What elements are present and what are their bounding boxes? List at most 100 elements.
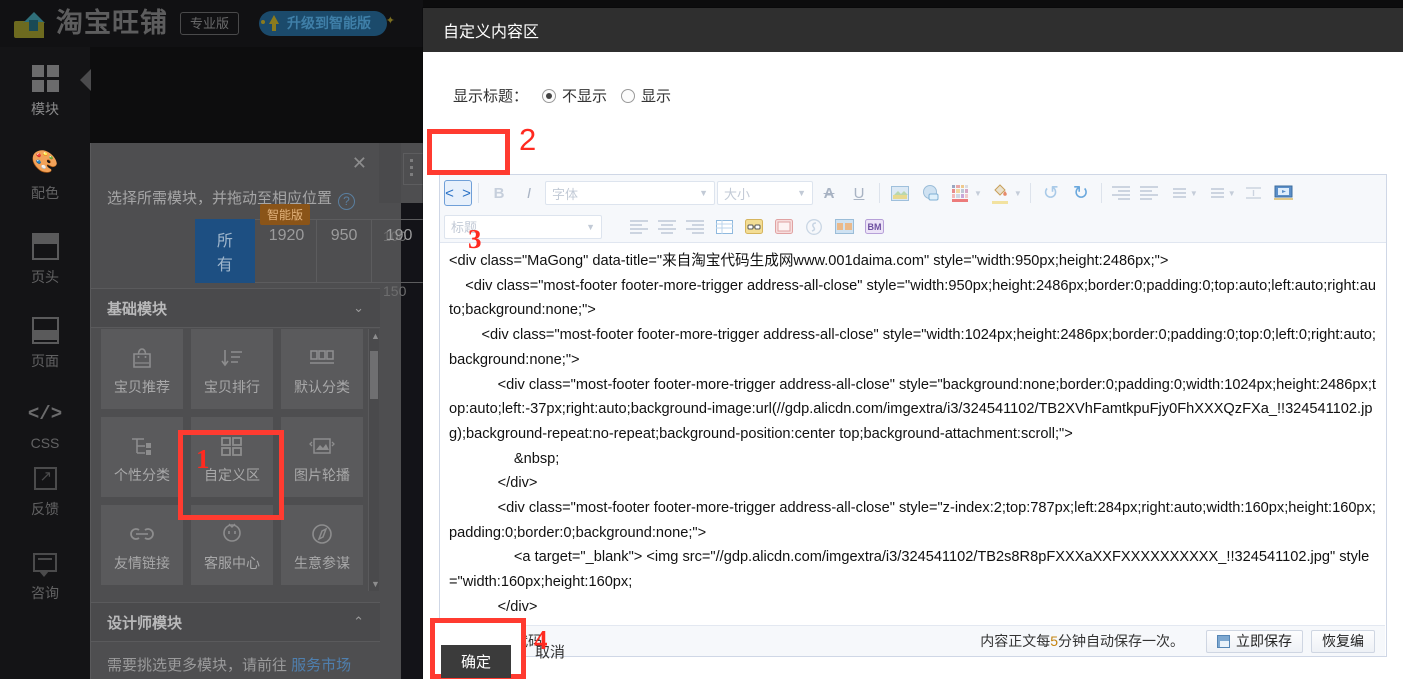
upgrade-label: 升级到智能版 — [287, 15, 371, 31]
module-row: 友情链接 客服中心 生意参谋 — [101, 505, 363, 585]
sidebar-item-consult[interactable]: 咨询 — [0, 531, 90, 615]
radio-hide-title[interactable]: 不显示 — [542, 85, 607, 106]
line-spacing-icon[interactable] — [1240, 180, 1268, 206]
autosave-minutes: 5 — [1050, 633, 1058, 649]
radio-icon[interactable] — [621, 89, 635, 103]
module-tile-friend-links[interactable]: 友情链接 — [101, 505, 183, 585]
flash-icon[interactable] — [800, 214, 828, 240]
module-tile-custom-category[interactable]: 个性分类 — [101, 417, 183, 497]
page-header-icon — [0, 231, 90, 261]
paragraph-style-select[interactable]: 标题 ▼ — [444, 215, 602, 239]
chevron-up-icon: ⌃ — [353, 614, 364, 630]
emoji-icon[interactable] — [740, 214, 768, 240]
paragraph-style-value: 标题 — [451, 217, 477, 236]
bm-icon[interactable]: BM — [860, 214, 888, 240]
insert-image-icon[interactable] — [886, 180, 914, 206]
section-header-basic[interactable]: 基础模块 ⌄ — [91, 288, 380, 328]
save-now-button[interactable]: 立即保存 — [1206, 630, 1303, 653]
italic-icon[interactable]: I — [515, 180, 543, 206]
font-family-select[interactable]: 字体 ▼ — [545, 181, 715, 205]
module-row: 个性分类 自定义区 图片轮播 — [101, 417, 363, 497]
undo-icon[interactable]: ↺ — [1037, 180, 1065, 206]
rich-text-editor: < > B I 字体 ▼ 大小 ▼ A U — [439, 174, 1387, 657]
module-grid: 宝贝推荐 宝贝排行 默认分类 — [101, 329, 363, 591]
sidebar-item-label: 配色 — [0, 183, 90, 203]
category-icon — [308, 341, 336, 375]
font-color-icon[interactable] — [946, 180, 974, 206]
sidebar-item-css[interactable]: </> CSS — [0, 383, 90, 463]
svg-text:BM: BM — [867, 222, 881, 232]
underline-icon[interactable]: U — [845, 180, 873, 206]
radio-show-label: 显示 — [641, 85, 671, 106]
module-tile-carousel[interactable]: 图片轮播 — [281, 417, 363, 497]
module-tile-category[interactable]: 默认分类 — [281, 329, 363, 409]
scrollbar-thumb[interactable] — [370, 351, 378, 399]
background-color-dropdown-icon[interactable]: ▼ — [1014, 189, 1022, 198]
font-family-value: 字体 — [552, 184, 578, 203]
outdent-icon[interactable] — [1136, 180, 1162, 206]
sidebar-item-modules[interactable]: 模块 — [0, 47, 90, 131]
module-tile-custom-area[interactable]: 自定义区 — [191, 417, 273, 497]
width-filter-tabs: 所有 1920 950 190 750 — [195, 219, 423, 283]
ruler-mark: 150 — [383, 283, 406, 299]
background-color-icon[interactable] — [986, 180, 1014, 206]
width-tab-1920[interactable]: 1920 — [255, 219, 317, 283]
source-code-textarea[interactable]: <div class="MaGong" data-title="来自淘宝代码生成… — [441, 243, 1385, 624]
picture-frame-icon[interactable] — [770, 214, 798, 240]
numbered-list-icon[interactable] — [1202, 180, 1228, 206]
layout-icon[interactable] — [830, 214, 858, 240]
cancel-button[interactable]: 取消 — [535, 641, 565, 662]
link-icon — [128, 517, 156, 551]
width-tab-all[interactable]: 所有 — [195, 219, 255, 283]
sidebar-item-page[interactable]: 页面 — [0, 299, 90, 383]
module-tile-label: 个性分类 — [114, 465, 170, 485]
radio-icon[interactable] — [542, 89, 556, 103]
close-icon[interactable]: ✕ — [352, 153, 367, 174]
scroll-down-icon[interactable]: ▼ — [371, 579, 380, 589]
module-tile-ranking[interactable]: 宝贝排行 — [191, 329, 273, 409]
module-grid-scrollbar[interactable]: ▲ ▼ — [368, 329, 379, 591]
sidebar-item-colors[interactable]: 🎨 配色 — [0, 131, 90, 215]
module-panel: ✕ 选择所需模块，并拖动至相应位置? 智能版 所有 1920 950 190 7… — [90, 143, 379, 679]
module-handle-icon — [403, 153, 423, 185]
redo-icon[interactable]: ↻ — [1067, 180, 1095, 206]
up-arrow-icon — [269, 15, 279, 24]
width-tab-950[interactable]: 950 — [317, 219, 372, 283]
image-link-icon[interactable] — [916, 180, 944, 206]
confirm-button-highlight[interactable]: 确定 — [441, 645, 511, 678]
insert-video-icon[interactable] — [1270, 180, 1298, 206]
bold-icon[interactable]: B — [485, 180, 513, 206]
module-tile-compass[interactable]: 生意参谋 — [281, 505, 363, 585]
restore-edit-button[interactable]: 恢复编 — [1311, 630, 1375, 653]
sidebar-item-page-header[interactable]: 页头 — [0, 215, 90, 299]
module-tile-service-center[interactable]: 客服中心 — [191, 505, 273, 585]
editor-toolbar: < > B I 字体 ▼ 大小 ▼ A U — [440, 175, 1386, 243]
editor-footer: ✔ 编辑源代码 内容正文每5分钟自动保存一次。 立即保存 恢复编 — [441, 625, 1385, 656]
font-size-select[interactable]: 大小 ▼ — [717, 181, 813, 205]
section-header-designer[interactable]: 设计师模块 ⌃ — [91, 602, 380, 642]
sparkle-icon: ✦ — [386, 13, 395, 30]
sidebar-item-feedback[interactable]: 反馈 — [0, 463, 90, 531]
align-center-icon[interactable] — [654, 214, 680, 240]
bullet-list-dropdown-icon[interactable]: ▼ — [1190, 189, 1198, 198]
bullet-list-icon[interactable] — [1164, 180, 1190, 206]
scroll-up-icon[interactable]: ▲ — [371, 331, 380, 341]
indent-icon[interactable] — [1108, 180, 1134, 206]
chevron-down-icon: ▼ — [797, 188, 806, 198]
numbered-list-dropdown-icon[interactable]: ▼ — [1228, 189, 1236, 198]
strikethrough-icon[interactable]: A — [815, 180, 843, 206]
font-color-dropdown-icon[interactable]: ▼ — [974, 189, 982, 198]
align-right-icon[interactable] — [682, 214, 708, 240]
module-tile-bag[interactable]: 宝贝推荐 — [101, 329, 183, 409]
service-market-link[interactable]: 服务市场 — [291, 657, 351, 674]
align-left-icon[interactable] — [626, 214, 652, 240]
save-icon — [1217, 635, 1230, 648]
source-code-icon[interactable]: < > — [444, 180, 472, 206]
width-tab-190[interactable]: 190 — [372, 219, 423, 283]
insert-table-icon[interactable] — [710, 214, 738, 240]
upgrade-button[interactable]: 升级到智能版 ✦ — [259, 11, 387, 36]
help-icon[interactable]: ? — [338, 193, 355, 210]
autosave-suffix: 分钟自动保存一次。 — [1058, 633, 1184, 649]
ranking-icon — [219, 341, 245, 375]
radio-show-title[interactable]: 显示 — [621, 85, 671, 106]
